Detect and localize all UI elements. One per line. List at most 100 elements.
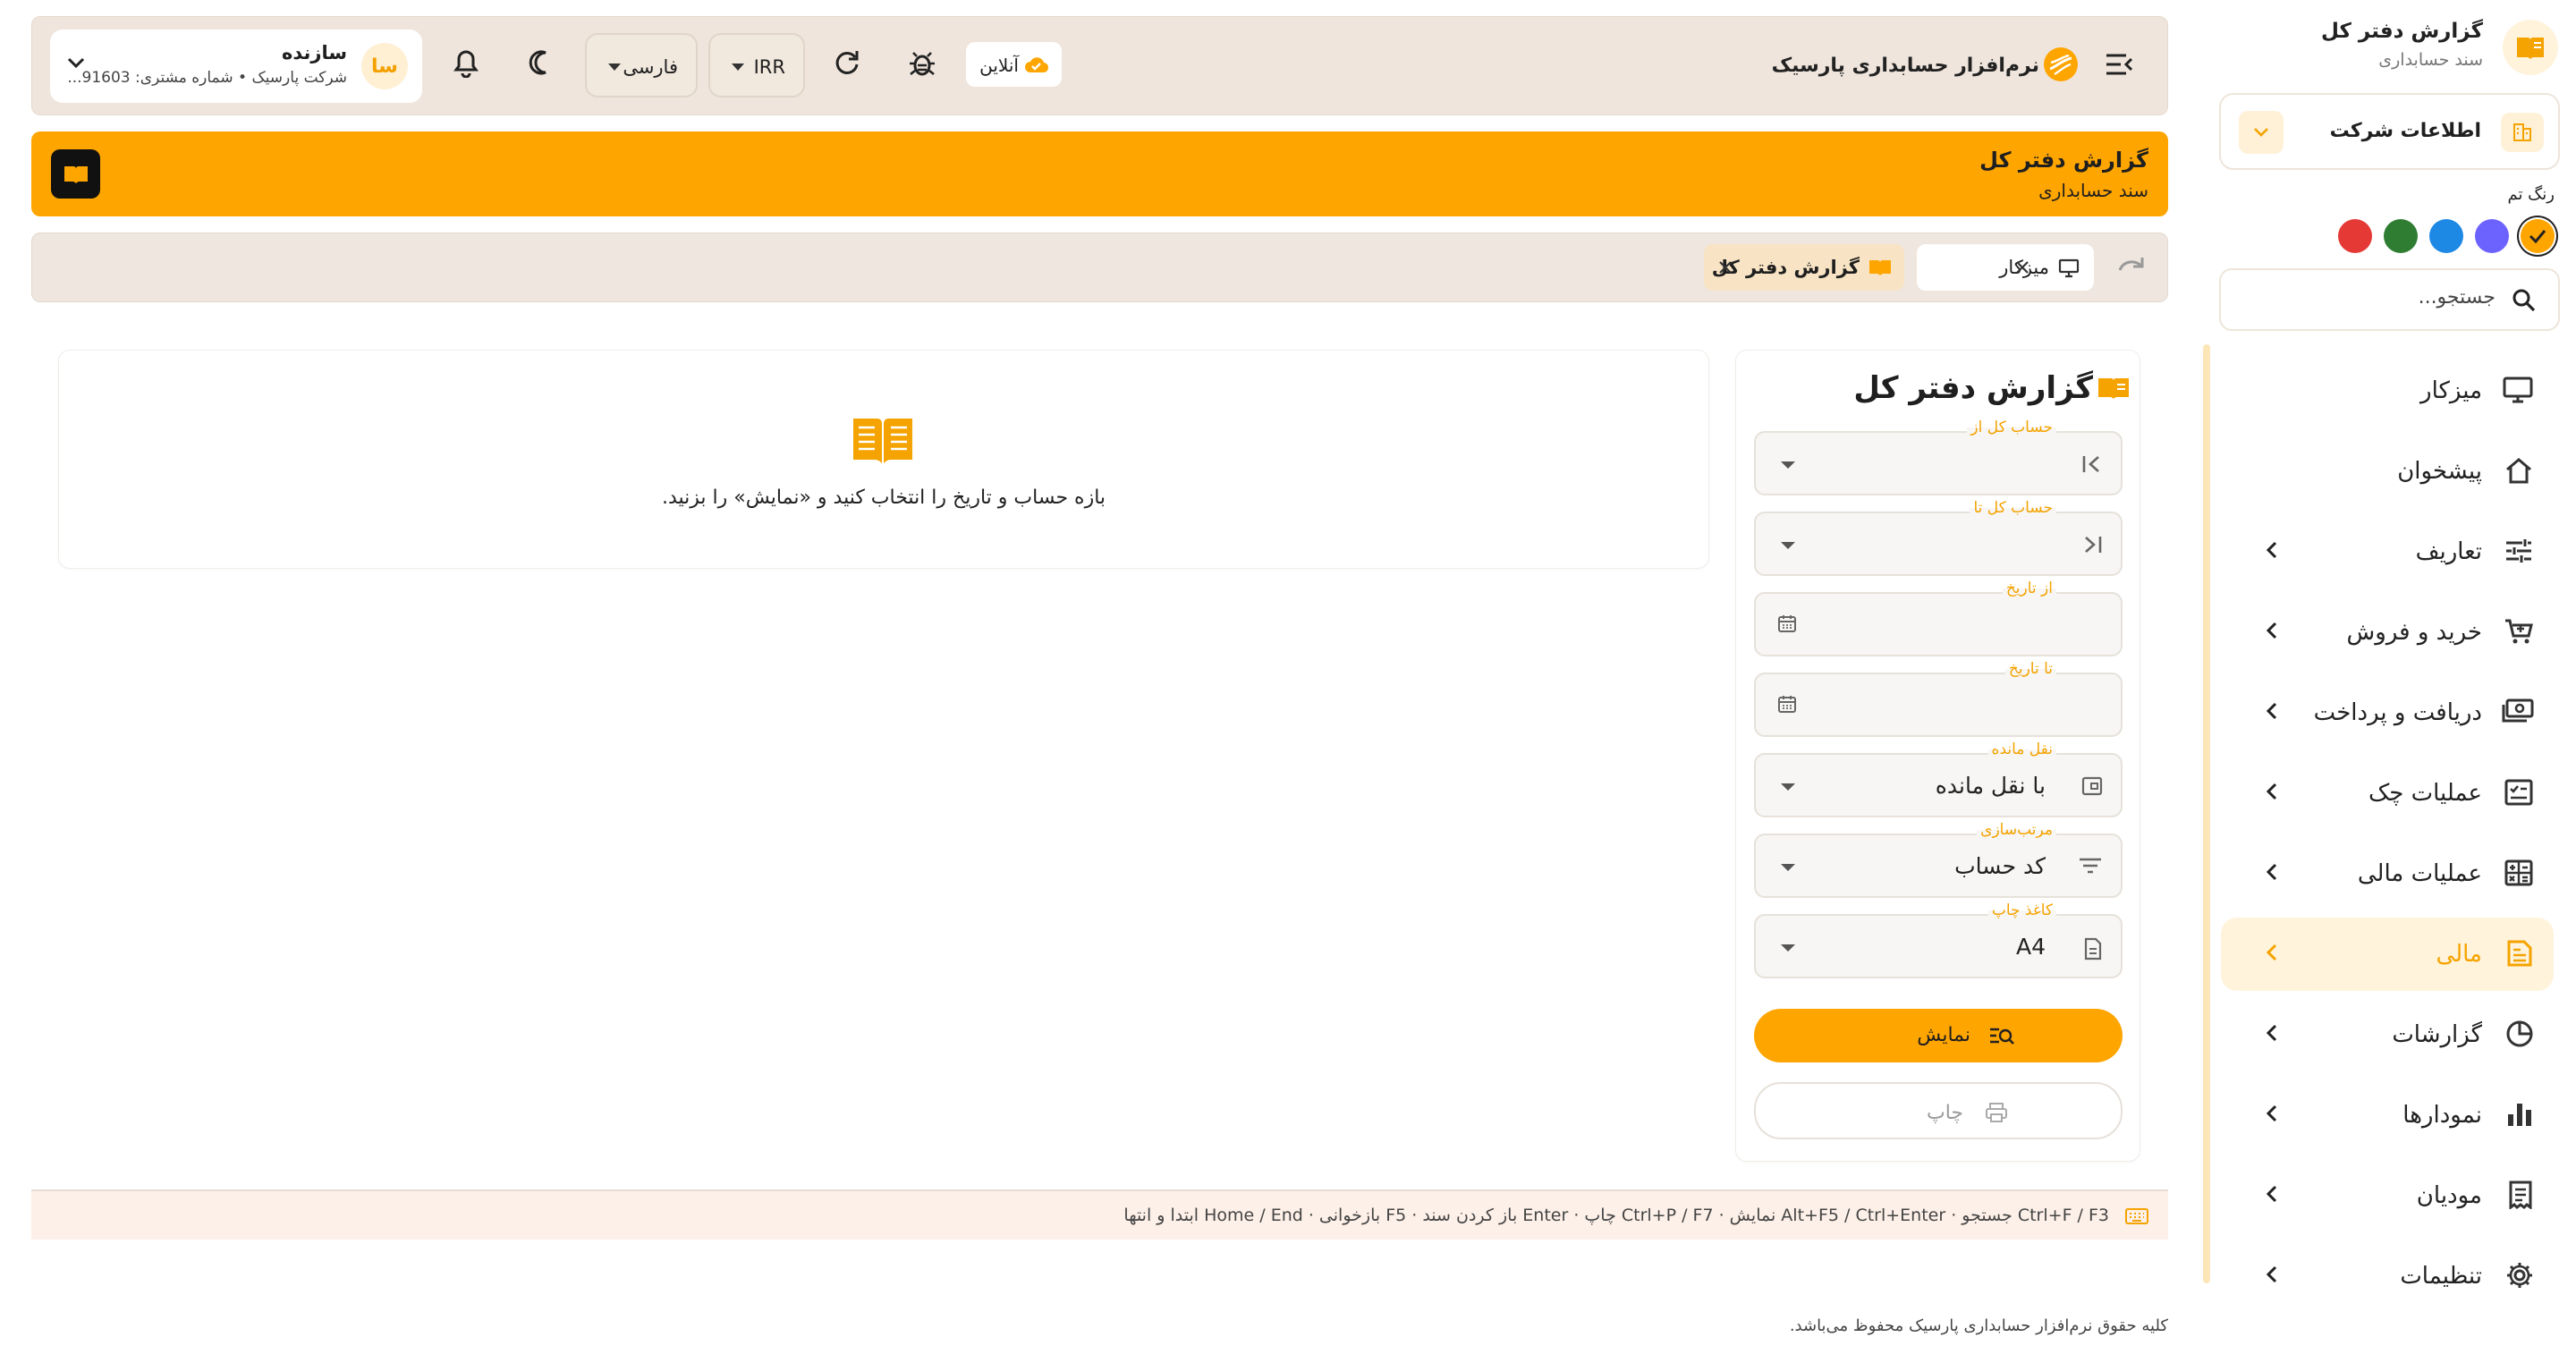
chevron-left-icon (2266, 1023, 2278, 1043)
company-info-dropdown[interactable]: اطلاعات شرکت (2219, 93, 2560, 170)
ledger-book-button[interactable] (51, 149, 100, 199)
sidebar-item-label: تعاریف (2415, 538, 2482, 565)
book-icon (2097, 376, 2131, 401)
ledger-icon (2505, 939, 2534, 968)
keyboard-icon (2125, 1207, 2148, 1225)
sidebar-item[interactable]: مالی (2221, 918, 2554, 991)
document-icon (2083, 937, 2103, 960)
theme-swatch[interactable] (2475, 219, 2509, 253)
online-status-badge: آنلاین (966, 42, 1062, 87)
desktop-icon (2502, 376, 2534, 404)
keyboard-shortcuts-bar: Ctrl+F / F3 جستجو · Alt+F5 / Ctrl+Enter … (31, 1189, 2168, 1240)
report-placeholder-card: بازه حساب و تاریخ را انتخاب کنید و «نمای… (59, 351, 1708, 568)
dark-mode-moon-icon[interactable] (528, 49, 555, 76)
filter-field[interactable]: تا تاریخ (1754, 660, 2123, 737)
print-button-label: چاپ (1926, 1102, 1963, 1124)
user-menu[interactable]: سا سازنده شرکت پارسیک • شماره مشتری: 916… (50, 30, 422, 103)
sidebar-item-label: مودیان (2416, 1182, 2482, 1209)
calendar-icon[interactable] (1777, 694, 1797, 714)
tab-general-ledger-report[interactable]: گزارش دفتر کل (1704, 244, 1904, 291)
close-icon[interactable] (2015, 260, 2029, 275)
field-label: نقل مانده (1987, 740, 2056, 758)
pie-icon (2505, 1020, 2534, 1048)
sidebar-item[interactable]: گزارشات (2221, 998, 2554, 1071)
sidebar-search-box[interactable] (2219, 268, 2560, 331)
currency-value: IRR (753, 56, 785, 78)
print-button[interactable]: چاپ (1754, 1082, 2123, 1139)
sort-icon (2078, 857, 2103, 875)
sidebar-item[interactable]: نمودارها (2221, 1079, 2554, 1152)
filter-field[interactable]: از تاریخ (1754, 580, 2123, 656)
sidebar-item[interactable]: تعاریف (2221, 515, 2554, 588)
sidebar-item[interactable]: عملیات چک (2221, 757, 2554, 830)
chevron-left-icon (2266, 862, 2278, 882)
refresh-icon[interactable] (834, 49, 860, 76)
caret-down-icon[interactable] (1781, 542, 1795, 549)
show-button[interactable]: نمایش (1754, 1009, 2123, 1062)
empty-state-message: بازه حساب و تاریخ را انتخاب کنید و «نمای… (661, 487, 1106, 509)
field-value: با نقل مانده (1935, 773, 2046, 799)
filter-field[interactable]: حساب کل تا (1754, 499, 2123, 576)
brand-title: نرم‌افزار حسابداری پارسیک (1771, 55, 2039, 77)
theme-color-label: رنگ تم (2507, 185, 2555, 204)
page-title: گزارش دفتر کل (1979, 148, 2148, 173)
language-value: فارسی (623, 56, 678, 78)
sidebar-item[interactable]: دریافت و پرداخت (2221, 676, 2554, 749)
caret-down-icon[interactable] (1781, 944, 1795, 952)
cloud-check-icon (1025, 57, 1049, 73)
tab-desktop[interactable]: میزکار (1917, 244, 2094, 291)
language-select[interactable]: فارسی (585, 33, 698, 97)
sidebar-item[interactable]: مودیان (2221, 1159, 2554, 1232)
filter-field[interactable]: حساب کل از (1754, 419, 2123, 495)
notification-bell-icon[interactable] (453, 49, 479, 78)
sidebar-item-label: عملیات مالی (2357, 860, 2482, 887)
currency-select[interactable]: IRR (708, 33, 805, 97)
theme-swatch[interactable] (2429, 219, 2463, 253)
sidebar-scrollbar[interactable] (2203, 344, 2210, 1283)
open-book-icon (852, 415, 914, 465)
redo-icon[interactable] (2117, 255, 2148, 273)
chevron-down-icon[interactable] (66, 56, 86, 69)
filter-field[interactable]: کاغذ چاپ A4 (1754, 901, 2123, 978)
theme-swatch[interactable] (2338, 219, 2372, 253)
chevron-left-icon (2266, 621, 2278, 640)
sidebar-item-label: گزارشات (2392, 1021, 2482, 1048)
sidebar-item[interactable]: عملیات مالی (2221, 837, 2554, 910)
book-icon (1869, 260, 1891, 275)
sidebar-item[interactable]: خرید و فروش (2221, 596, 2554, 669)
menu-collapse-icon[interactable] (2105, 53, 2133, 76)
caret-down-icon[interactable] (1781, 461, 1795, 469)
field-label: حساب کل از (1967, 419, 2056, 436)
caret-down-icon[interactable] (1781, 864, 1795, 871)
avatar: سا (361, 43, 408, 89)
calendar-icon[interactable] (1777, 614, 1797, 633)
theme-swatch[interactable] (2384, 219, 2418, 253)
filter-field[interactable]: مرتب‌سازی کد حساب (1754, 821, 2123, 898)
sidebar-item-label: میزکار (2420, 377, 2482, 404)
sidebar-header-subtitle: سند حسابداری (2378, 50, 2483, 70)
panel-title: گزارش دفتر کل (1853, 370, 2093, 406)
check-icon (2504, 778, 2534, 807)
search-list-icon (1990, 1028, 2014, 1045)
sidebar-item[interactable]: میزکار (2221, 354, 2554, 427)
search-input[interactable] (2245, 286, 2496, 309)
chevron-left-icon (2266, 1104, 2278, 1123)
theme-swatch[interactable] (2521, 219, 2555, 253)
balance-icon (2081, 776, 2103, 796)
sidebar-item[interactable]: تنظیمات (2221, 1240, 2554, 1313)
bug-icon[interactable] (909, 49, 936, 78)
sidebar-item-label: پیشخوان (2397, 458, 2482, 485)
filter-field[interactable]: نقل مانده با نقل مانده (1754, 740, 2123, 817)
chevron-down-icon[interactable] (2239, 111, 2284, 154)
caret-down-icon[interactable] (1781, 783, 1795, 791)
caret-down-icon (608, 63, 621, 71)
bar-chart-icon (2505, 1100, 2534, 1129)
top-bar: نرم‌افزار حسابداری پارسیک آنلاین IRR فار… (31, 16, 2168, 115)
sidebar-item[interactable]: پیشخوان (2221, 435, 2554, 508)
close-icon[interactable] (1718, 260, 1733, 275)
chevron-left-icon (2266, 782, 2278, 801)
page-subtitle: سند حسابداری (2038, 180, 2148, 201)
field-label: کاغذ چاپ (1987, 901, 2056, 919)
chevron-left-icon (2266, 701, 2278, 721)
field-value: کد حساب (1954, 853, 2046, 879)
